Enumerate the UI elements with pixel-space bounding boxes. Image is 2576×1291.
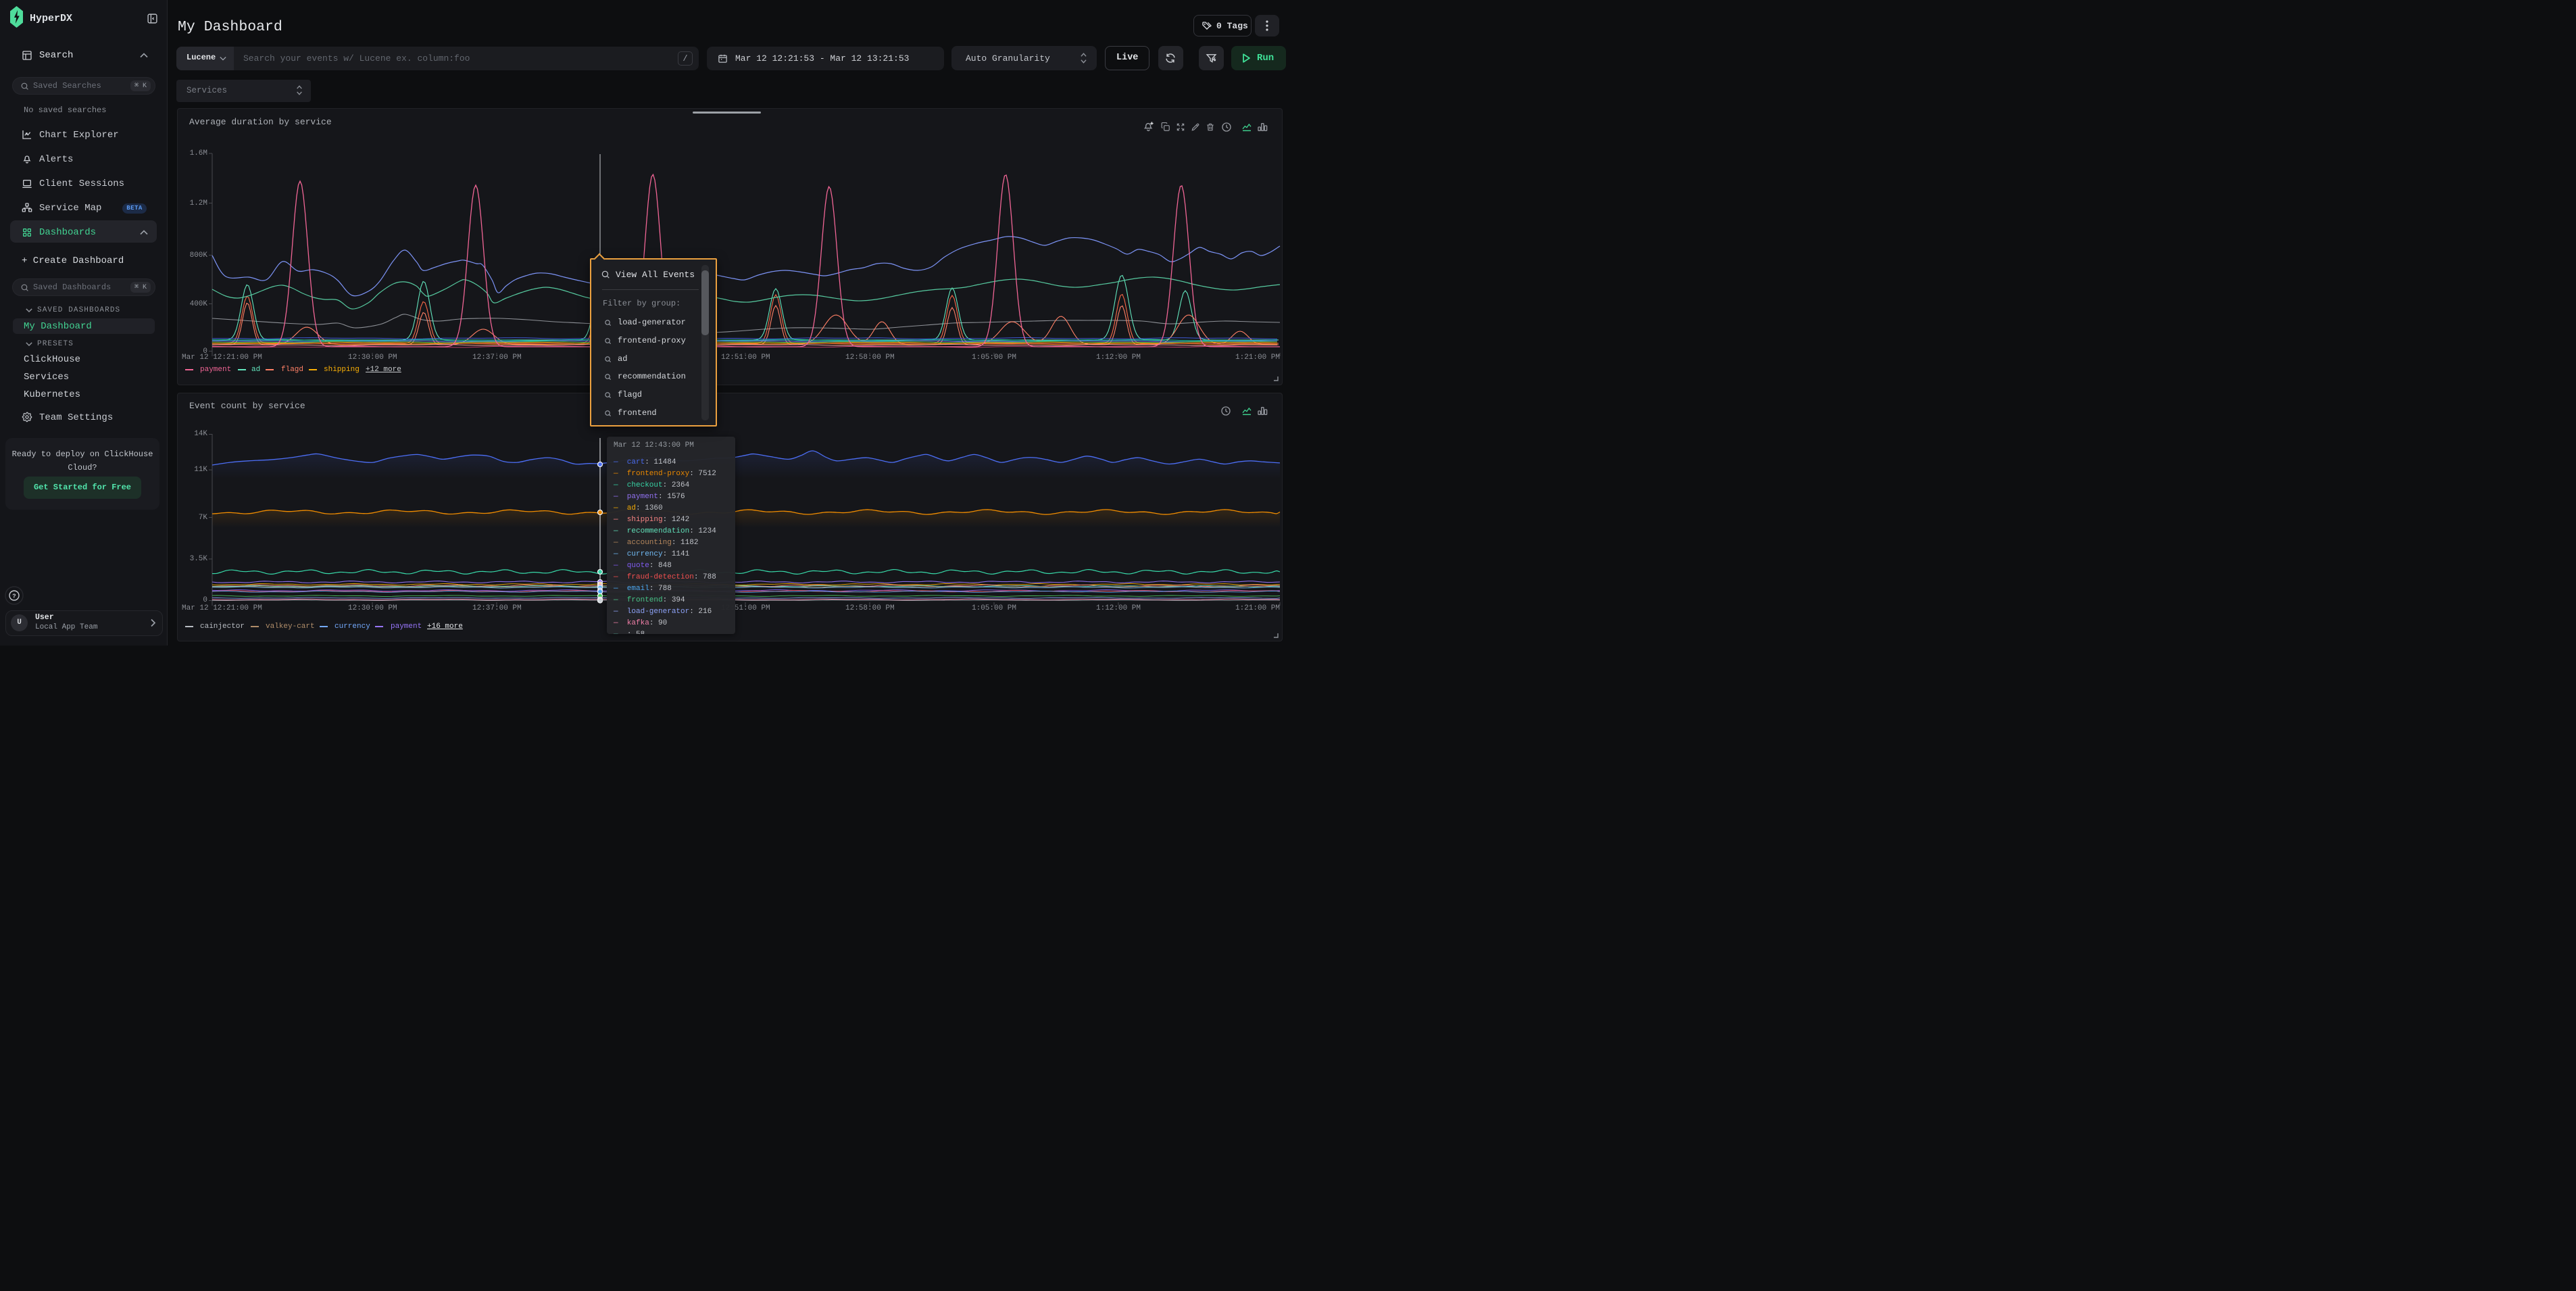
svg-text:?: ? [12, 593, 16, 600]
